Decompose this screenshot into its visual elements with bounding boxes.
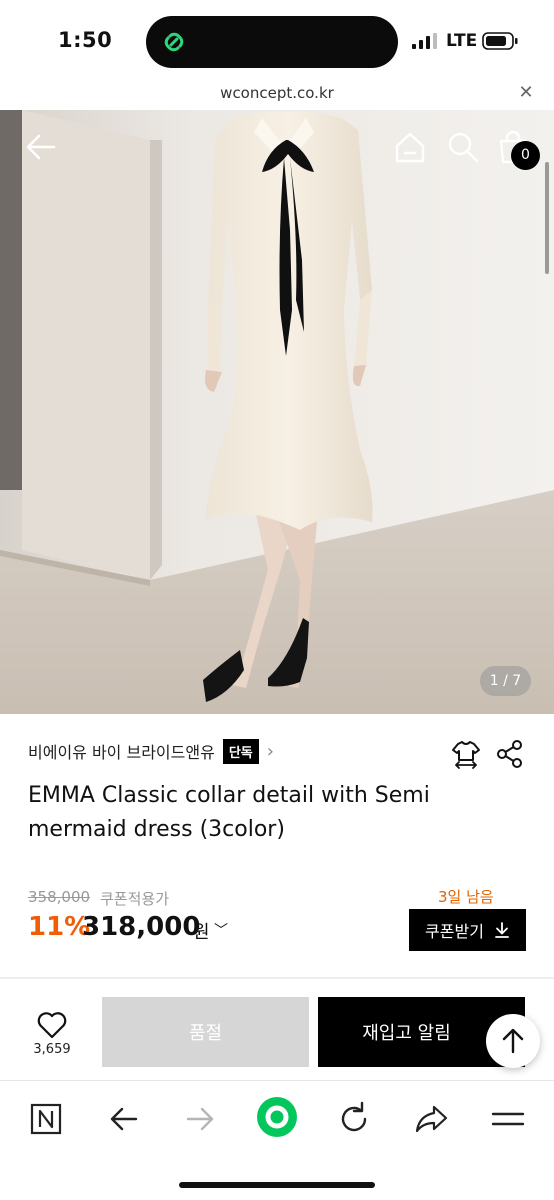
dynamic-island	[146, 16, 398, 68]
coupon-button[interactable]: 쿠폰받기	[409, 909, 526, 951]
original-price: 358,000	[28, 888, 91, 906]
product-title: EMMA Classic collar detail with Semi mer…	[28, 783, 430, 842]
share-icon[interactable]	[494, 738, 526, 770]
cart-count-badge[interactable]: 0	[511, 141, 540, 170]
arrow-up-icon	[502, 1028, 524, 1054]
close-icon[interactable]: ✕	[516, 82, 536, 103]
heart-icon	[37, 1012, 67, 1039]
image-pager: 1 / 7	[480, 666, 531, 696]
chevron-right-icon[interactable]: ›	[267, 741, 274, 762]
naver-green-button-icon[interactable]	[256, 1096, 298, 1138]
url-text[interactable]: wconcept.co.kr	[0, 84, 554, 102]
signal-icon	[412, 33, 437, 49]
menu-icon[interactable]	[488, 1099, 528, 1139]
naver-n-icon[interactable]	[26, 1099, 66, 1139]
refresh-icon[interactable]	[334, 1099, 374, 1139]
coupon-price-note: 쿠폰적용가	[100, 890, 170, 908]
like-button[interactable]: 3,659	[30, 1010, 74, 1058]
soldout-button[interactable]: 품절	[102, 997, 309, 1067]
chevron-down-icon[interactable]: ﹀	[214, 920, 228, 940]
brand-name[interactable]: 비에이유 바이 브라이드앤유	[28, 739, 215, 763]
exclusive-badge: 단독	[222, 738, 259, 764]
brand-link[interactable]: 비에이유 바이 브라이드앤유 단독 ›	[28, 737, 274, 765]
home-indicator	[179, 1182, 375, 1188]
like-count: 3,659	[33, 1042, 71, 1057]
hanger-icon[interactable]	[450, 738, 482, 770]
nav-forward-icon[interactable]	[180, 1099, 220, 1139]
days-left: 3일 남음	[438, 888, 494, 906]
nav-back-icon[interactable]	[104, 1099, 144, 1139]
download-icon	[495, 922, 509, 938]
price-unit: 원	[193, 922, 210, 943]
search-icon[interactable]	[446, 130, 480, 164]
scroll-top-button[interactable]	[486, 1014, 540, 1068]
coupon-button-label: 쿠폰받기	[425, 922, 484, 941]
network-type: LTE	[446, 31, 478, 51]
sale-price: 318,000	[82, 912, 201, 942]
status-time: 1:50	[58, 28, 113, 52]
product-image[interactable]: 0 1 / 7	[0, 110, 554, 714]
product-photo	[0, 110, 554, 714]
discount-rate: 11%	[28, 912, 91, 942]
url-bar[interactable]: wconcept.co.kr ✕	[0, 82, 554, 110]
back-arrow-icon[interactable]	[24, 132, 58, 162]
divider	[0, 977, 554, 979]
browser-toolbar	[0, 1080, 554, 1200]
status-bar: 1:50 LTE	[0, 0, 554, 82]
battery-icon	[482, 32, 518, 50]
scrollbar[interactable]	[545, 162, 549, 274]
nav-share-icon[interactable]	[412, 1099, 452, 1139]
link-app-icon	[164, 32, 184, 52]
home-icon[interactable]	[392, 130, 428, 164]
